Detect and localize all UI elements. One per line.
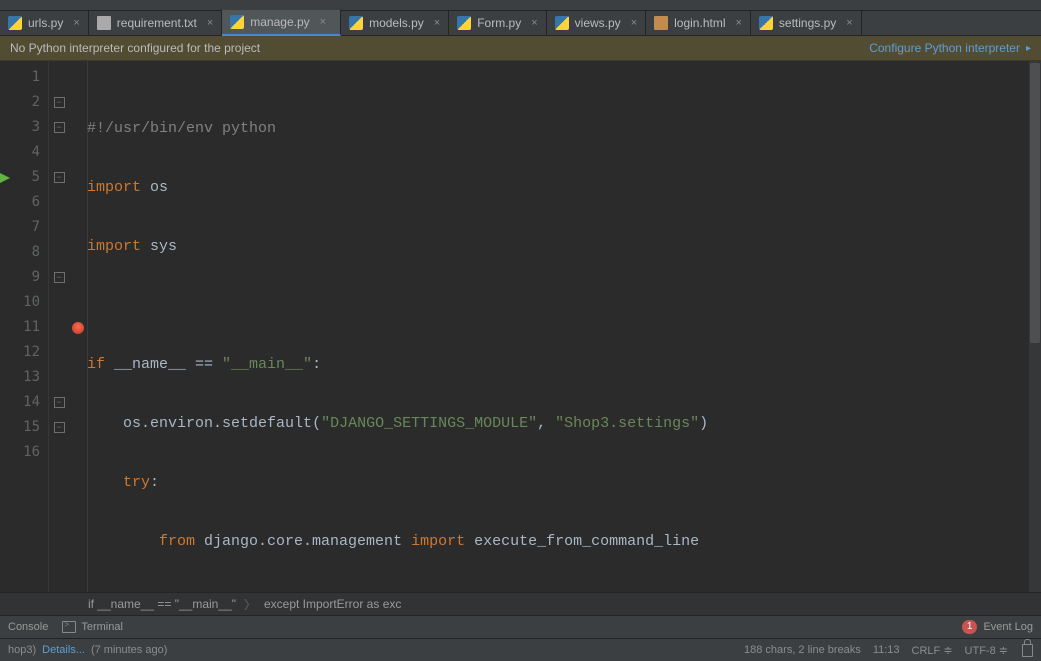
close-icon[interactable]: × bbox=[73, 17, 79, 29]
ide-window: urls.py × requirement.txt × manage.py × … bbox=[0, 0, 1041, 661]
code-line: os.environ.setdefault("DJANGO_SETTINGS_M… bbox=[87, 411, 1041, 436]
code-line: from django.core.management import execu… bbox=[87, 529, 1041, 554]
line-number: 12 bbox=[0, 340, 48, 365]
terminal-tool-button[interactable]: Terminal bbox=[62, 621, 123, 633]
tab-manage[interactable]: manage.py × bbox=[222, 10, 341, 36]
tab-urls[interactable]: urls.py × bbox=[0, 11, 89, 35]
breadcrumb-segment[interactable]: if __name__ == "__main__" bbox=[80, 597, 244, 611]
close-icon[interactable]: × bbox=[434, 17, 440, 29]
code-editor[interactable]: 1 2 3 4 5 6 7 8 9 10 11 12 13 14 15 16 −… bbox=[0, 61, 1041, 592]
line-number: 2 bbox=[0, 90, 48, 115]
python-icon bbox=[8, 16, 22, 30]
fold-toggle[interactable]: − bbox=[49, 165, 69, 190]
event-log-button[interactable]: Event Log bbox=[983, 621, 1033, 633]
line-number-gutter: 1 2 3 4 5 6 7 8 9 10 11 12 13 14 15 16 bbox=[0, 61, 49, 592]
code-line: try: bbox=[87, 470, 1041, 495]
details-link[interactable]: Details... bbox=[42, 644, 85, 656]
python-icon bbox=[349, 16, 363, 30]
python-icon bbox=[457, 16, 471, 30]
tool-window-bar: Console Terminal 1 Event Log bbox=[0, 615, 1041, 638]
close-icon[interactable]: × bbox=[320, 16, 326, 28]
tab-requirement[interactable]: requirement.txt × bbox=[89, 11, 222, 35]
line-number: 5 bbox=[0, 165, 48, 190]
code-line: import sys bbox=[87, 234, 1041, 259]
terminal-icon bbox=[62, 621, 76, 633]
tab-label: login.html bbox=[674, 16, 725, 30]
code-area[interactable]: #!/usr/bin/env python import os import s… bbox=[87, 61, 1041, 592]
tab-settings[interactable]: settings.py × bbox=[751, 11, 862, 35]
python-icon bbox=[230, 15, 244, 29]
line-number: 4 bbox=[0, 140, 48, 165]
tab-login[interactable]: login.html × bbox=[646, 11, 751, 35]
breadcrumb: if __name__ == "__main__" 〉 except Impor… bbox=[0, 592, 1041, 615]
tab-label: requirement.txt bbox=[117, 16, 197, 30]
fold-column: − − − − − − bbox=[49, 61, 69, 592]
tab-models[interactable]: models.py × bbox=[341, 11, 449, 35]
line-number: 8 bbox=[0, 240, 48, 265]
banner-message: No Python interpreter configured for the… bbox=[10, 41, 260, 55]
editor-tabs: urls.py × requirement.txt × manage.py × … bbox=[0, 11, 1041, 36]
python-icon bbox=[555, 16, 569, 30]
line-number: 6 bbox=[0, 190, 48, 215]
line-number: 3 bbox=[0, 115, 48, 140]
top-strip bbox=[0, 0, 1041, 11]
status-time: (7 minutes ago) bbox=[91, 644, 167, 656]
tab-views[interactable]: views.py × bbox=[547, 11, 646, 35]
fold-toggle[interactable]: − bbox=[49, 415, 69, 440]
fold-toggle[interactable]: − bbox=[49, 90, 69, 115]
python-icon bbox=[759, 16, 773, 30]
selection-info: 188 chars, 2 line breaks bbox=[744, 644, 861, 656]
inspection-icon-column bbox=[69, 61, 87, 592]
line-number: 15 bbox=[0, 415, 48, 440]
close-icon[interactable]: × bbox=[531, 17, 537, 29]
line-number: 10 bbox=[0, 290, 48, 315]
code-line: if __name__ == "__main__": bbox=[87, 352, 1041, 377]
interpreter-warning-banner: No Python interpreter configured for the… bbox=[0, 36, 1041, 61]
fold-toggle[interactable]: − bbox=[49, 115, 69, 140]
tab-label: manage.py bbox=[250, 15, 309, 29]
tab-label: views.py bbox=[575, 16, 621, 30]
code-line: except ImportError as exc: bbox=[87, 588, 1041, 592]
status-text: hop3) bbox=[8, 644, 36, 656]
line-number: 16 bbox=[0, 440, 48, 465]
line-number: 14 bbox=[0, 390, 48, 415]
status-bar: hop3) Details... (7 minutes ago) 188 cha… bbox=[0, 638, 1041, 661]
code-line: import os bbox=[87, 175, 1041, 200]
code-line bbox=[87, 293, 1041, 318]
event-count-badge: 1 bbox=[962, 620, 978, 634]
html-file-icon bbox=[654, 16, 668, 30]
close-icon[interactable]: × bbox=[207, 17, 213, 29]
close-icon[interactable]: × bbox=[846, 17, 852, 29]
tab-label: settings.py bbox=[779, 16, 836, 30]
file-encoding[interactable]: UTF-8 ≑ bbox=[965, 644, 1008, 657]
breadcrumb-segment[interactable]: except ImportError as exc bbox=[256, 597, 409, 611]
vertical-scrollbar[interactable] bbox=[1029, 61, 1041, 592]
line-separator[interactable]: CRLF ≑ bbox=[912, 644, 953, 657]
line-number: 7 bbox=[0, 215, 48, 240]
tab-label: models.py bbox=[369, 16, 424, 30]
close-icon[interactable]: × bbox=[631, 17, 637, 29]
console-tool-button[interactable]: Console bbox=[8, 621, 48, 633]
configure-interpreter-link[interactable]: Configure Python interpreter bbox=[869, 41, 1031, 55]
lock-icon[interactable] bbox=[1022, 644, 1033, 657]
fold-toggle[interactable]: − bbox=[49, 265, 69, 290]
intention-bulb-icon[interactable] bbox=[69, 315, 87, 340]
caret-position: 11:13 bbox=[873, 644, 900, 656]
line-number: 13 bbox=[0, 365, 48, 390]
line-number: 1 bbox=[0, 65, 48, 90]
tab-label: urls.py bbox=[28, 16, 63, 30]
tab-form[interactable]: Form.py × bbox=[449, 11, 546, 35]
line-number: 11 bbox=[0, 315, 48, 340]
fold-toggle[interactable]: − bbox=[49, 390, 69, 415]
scrollbar-thumb[interactable] bbox=[1030, 63, 1040, 343]
code-line: #!/usr/bin/env python bbox=[87, 116, 1041, 141]
text-file-icon bbox=[97, 16, 111, 30]
chevron-right-icon: 〉 bbox=[244, 596, 256, 613]
line-number: 9 bbox=[0, 265, 48, 290]
tab-label: Form.py bbox=[477, 16, 521, 30]
run-gutter-icon[interactable] bbox=[0, 165, 12, 190]
close-icon[interactable]: × bbox=[735, 17, 741, 29]
